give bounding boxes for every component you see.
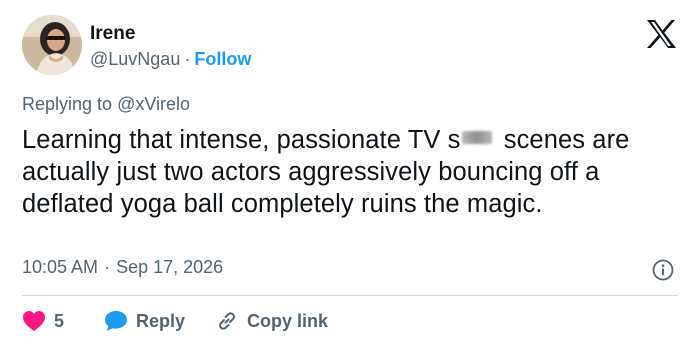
handle-row: @LuvNgau · Follow: [90, 49, 251, 70]
replying-to: Replying to @xVirelo: [22, 94, 190, 115]
x-logo-icon[interactable]: [646, 20, 676, 48]
reply-bubble-icon: [105, 311, 128, 331]
copy-link-button[interactable]: Copy link: [215, 309, 328, 333]
reply-label: Reply: [136, 310, 186, 331]
display-name[interactable]: Irene: [90, 23, 135, 45]
tweet-timestamp[interactable]: 10:05 AM · Sep 17, 2026: [22, 257, 223, 278]
user-handle[interactable]: @LuvNgau: [90, 49, 180, 69]
follow-button[interactable]: Follow: [194, 49, 251, 69]
action-bar: 5 Reply Copy link: [22, 309, 328, 333]
avatar-image: [22, 15, 82, 75]
like-button[interactable]: 5: [22, 310, 64, 332]
replying-prefix: Replying to: [22, 94, 118, 114]
tweet-text: Learning that intense, passionate TV s s…: [22, 124, 682, 220]
meta-separator: ·: [104, 257, 111, 277]
tweet-text-start: Learning that intense, passionate TV s: [22, 126, 461, 154]
reply-mention-link[interactable]: @xVirelo: [117, 94, 190, 114]
info-icon[interactable]: [652, 259, 674, 281]
tweet-date: Sep 17, 2026: [116, 257, 224, 277]
link-icon: [219, 312, 235, 330]
tweet-time: 10:05 AM: [22, 257, 99, 277]
heart-icon: [23, 311, 45, 331]
reply-button[interactable]: Reply: [104, 310, 185, 332]
separator-dot: ·: [184, 49, 191, 69]
like-count: 5: [54, 310, 65, 331]
censored-word-blur: [461, 131, 492, 144]
avatar[interactable]: [22, 15, 82, 75]
divider: [22, 295, 678, 296]
copy-link-label: Copy link: [247, 310, 329, 331]
